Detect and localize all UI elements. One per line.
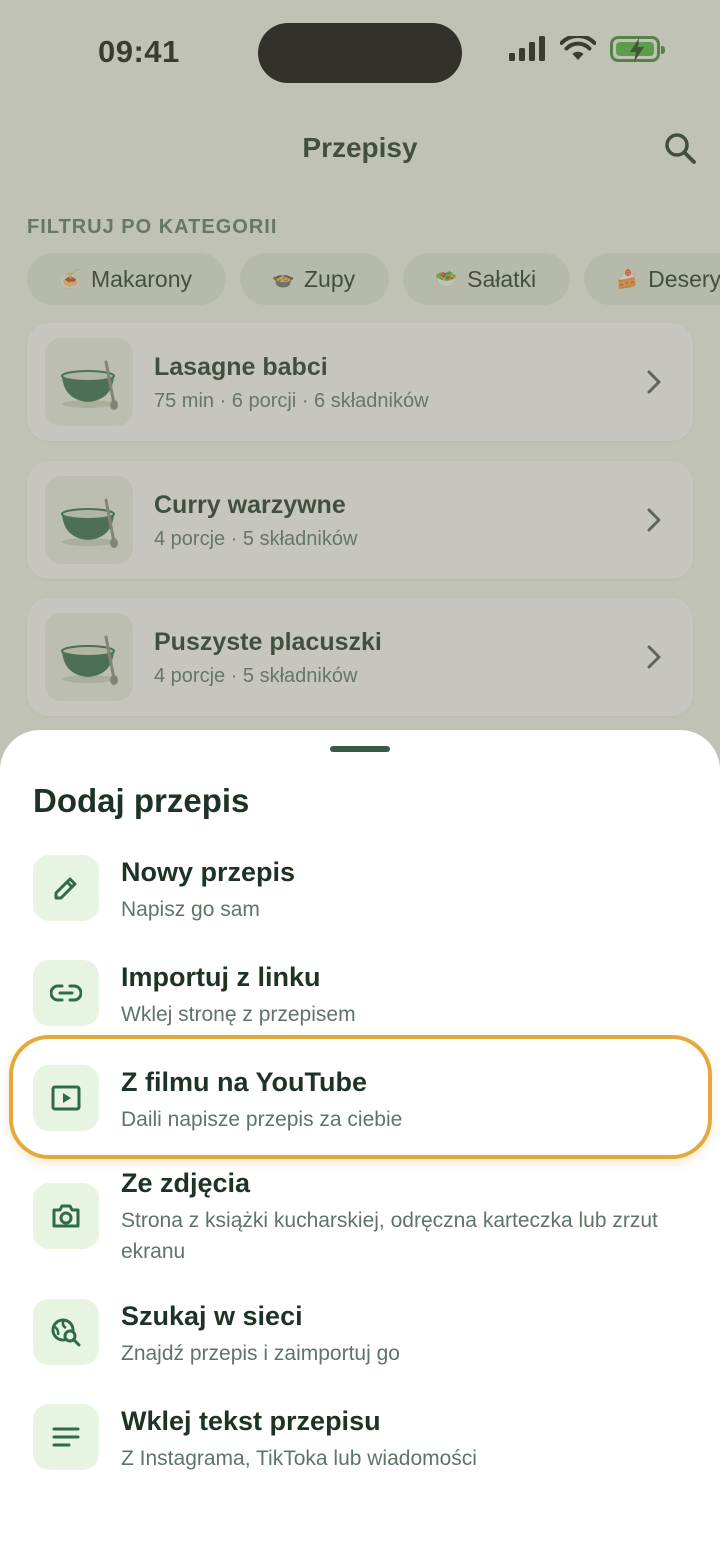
- option-paste-text[interactable]: Wklej tekst przepisu Z Instagrama, TikTo…: [0, 1403, 720, 1503]
- option-new-recipe[interactable]: Nowy przepis Napisz go sam: [0, 854, 720, 954]
- option-icon: [33, 1404, 99, 1470]
- option-title: Wklej tekst przepisu: [121, 1406, 381, 1436]
- option-icon: [33, 1183, 99, 1249]
- video-play-icon: [51, 1085, 81, 1111]
- option-subtitle: Znajdź przepis i zaimportuj go: [121, 1342, 400, 1365]
- option-icon: [33, 1299, 99, 1365]
- web-search-icon: [51, 1318, 81, 1347]
- camera-icon: [52, 1204, 80, 1228]
- option-subtitle: Strona z książki kucharskiej, odręczna k…: [121, 1209, 658, 1263]
- option-title: Szukaj w sieci: [121, 1301, 303, 1331]
- link-icon: [50, 984, 82, 1002]
- pencil-icon: [54, 877, 77, 900]
- sheet-drag-handle[interactable]: [330, 746, 390, 752]
- option-web-search[interactable]: Szukaj w sieci Znajdź przepis i zaimport…: [0, 1298, 720, 1398]
- option-subtitle: Wklej stronę z przepisem: [121, 1003, 356, 1026]
- option-import-link[interactable]: Importuj z linku Wklej stronę z przepise…: [0, 959, 720, 1059]
- option-icon: [33, 960, 99, 1026]
- option-title: Nowy przepis: [121, 857, 296, 887]
- option-subtitle: Daili napisze przepis za ciebie: [121, 1108, 403, 1131]
- option-subtitle: Z Instagrama, TikToka lub wiadomości: [121, 1447, 477, 1470]
- option-from-photo[interactable]: Ze zdjęcia Strona z książki kucharskiej,…: [0, 1168, 720, 1288]
- option-icon: [33, 1065, 99, 1131]
- option-youtube[interactable]: Z filmu na YouTube Daili napisze przepis…: [0, 1064, 720, 1164]
- option-icon: [33, 855, 99, 921]
- option-title: Importuj z linku: [121, 962, 321, 992]
- text-lines-icon: [52, 1427, 80, 1447]
- option-subtitle: Napisz go sam: [121, 898, 260, 921]
- screen: 09:41 Przepisy FILTRUJ PO KATEGORII 🍝 Ma…: [0, 0, 720, 1564]
- add-recipe-sheet: Dodaj przepis Nowy przepis Napisz go sam: [0, 730, 720, 1564]
- sheet-title: Dodaj przepis: [33, 782, 250, 819]
- option-title: Z filmu na YouTube: [121, 1067, 367, 1097]
- option-title: Ze zdjęcia: [121, 1168, 251, 1198]
